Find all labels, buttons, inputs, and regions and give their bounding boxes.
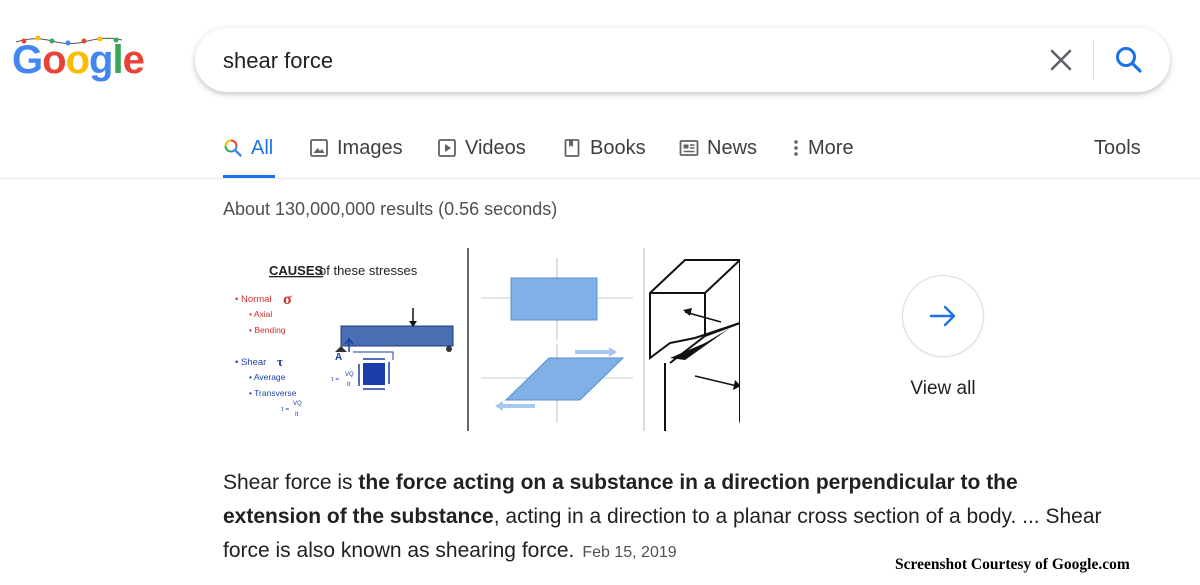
image-thumbnail-1[interactable]: CAUSES of these stresses • Normal σ • Ax… bbox=[223, 248, 467, 431]
tab-books-label: Books bbox=[590, 136, 646, 159]
thumbnail-separator bbox=[467, 248, 469, 431]
courtesy-caption: Screenshot Courtesy of Google.com bbox=[895, 556, 1130, 573]
thumb1-line-average: • Average bbox=[249, 372, 286, 382]
view-all-button[interactable] bbox=[902, 275, 984, 357]
tab-all[interactable]: All bbox=[223, 135, 273, 161]
thumb1-title-underlined: CAUSES bbox=[269, 263, 324, 278]
shear-block-image bbox=[645, 248, 740, 431]
view-all-label[interactable]: View all bbox=[900, 378, 986, 400]
thumb1-label-tau2: τ = bbox=[281, 406, 289, 413]
snippet-date: Feb 15, 2019 bbox=[582, 544, 677, 561]
thumb1-line-bending: • Bending bbox=[249, 325, 286, 335]
tab-images[interactable]: Images bbox=[309, 135, 403, 161]
tab-all-label: All bbox=[251, 136, 274, 159]
search-input[interactable]: shear force bbox=[223, 48, 333, 74]
tools-label: Tools bbox=[1094, 136, 1141, 159]
tab-books[interactable]: Books bbox=[562, 135, 646, 161]
tab-videos[interactable]: Videos bbox=[437, 135, 526, 161]
tab-more-label: More bbox=[808, 136, 854, 159]
google-logo[interactable]: Google bbox=[12, 35, 145, 82]
featured-snippet: Shear force is the force acting on a sub… bbox=[223, 466, 1113, 570]
image-thumbnail-3[interactable] bbox=[645, 248, 740, 431]
tab-news[interactable]: News bbox=[679, 135, 757, 161]
thumb1-tau: τ bbox=[277, 354, 283, 369]
image-carousel: CAUSES of these stresses • Normal σ • Ax… bbox=[223, 248, 740, 431]
thumb1-sigma: σ bbox=[283, 291, 292, 308]
header-divider bbox=[0, 178, 1200, 179]
newspaper-icon bbox=[679, 140, 699, 156]
holiday-lights-icon bbox=[15, 35, 123, 46]
thumb1-line-axial: • Axial bbox=[249, 309, 272, 319]
tools-button[interactable]: Tools bbox=[1094, 135, 1141, 161]
tab-more[interactable]: More bbox=[790, 135, 854, 161]
logo-letter-6: e bbox=[122, 38, 145, 82]
tab-images-label: Images bbox=[337, 136, 403, 159]
thumb1-label-it2: It bbox=[295, 412, 299, 418]
search-icon bbox=[224, 139, 242, 157]
search-button[interactable] bbox=[1111, 42, 1147, 78]
search-divider bbox=[1093, 41, 1094, 79]
thumb1-line-transverse: • Transverse bbox=[249, 388, 297, 398]
thumb1-line-shear: • Shear bbox=[235, 357, 266, 368]
result-stats: About 130,000,000 results (0.56 seconds) bbox=[223, 199, 558, 219]
book-icon bbox=[564, 139, 580, 157]
image-icon bbox=[310, 139, 328, 157]
thumb1-label-vq1: VQ bbox=[345, 372, 354, 378]
clear-button[interactable] bbox=[1045, 44, 1077, 76]
thumb1-line-normal: • Normal bbox=[235, 294, 272, 305]
shear-deformation-image bbox=[471, 248, 643, 431]
thumb1-label-a: A bbox=[335, 352, 342, 363]
close-icon bbox=[1050, 49, 1072, 71]
tab-news-label: News bbox=[707, 136, 758, 159]
snippet-text-1: Shear force is bbox=[223, 471, 359, 494]
search-icon bbox=[1116, 47, 1142, 73]
arrow-right-icon bbox=[929, 305, 956, 327]
image-thumbnail-2[interactable] bbox=[471, 248, 643, 431]
search-box[interactable]: shear force bbox=[195, 28, 1170, 92]
thumb1-label-tau1: τ = bbox=[331, 376, 339, 383]
thumb1-label-vq2: VQ bbox=[293, 401, 302, 407]
play-icon bbox=[438, 139, 456, 157]
thumb1-title-rest: of these stresses bbox=[319, 263, 418, 278]
stress-diagram-image: CAUSES of these stresses • Normal σ • Ax… bbox=[223, 248, 467, 431]
thumb1-label-it1: It bbox=[347, 382, 351, 388]
tab-videos-label: Videos bbox=[465, 136, 526, 159]
more-vert-icon bbox=[794, 140, 798, 156]
